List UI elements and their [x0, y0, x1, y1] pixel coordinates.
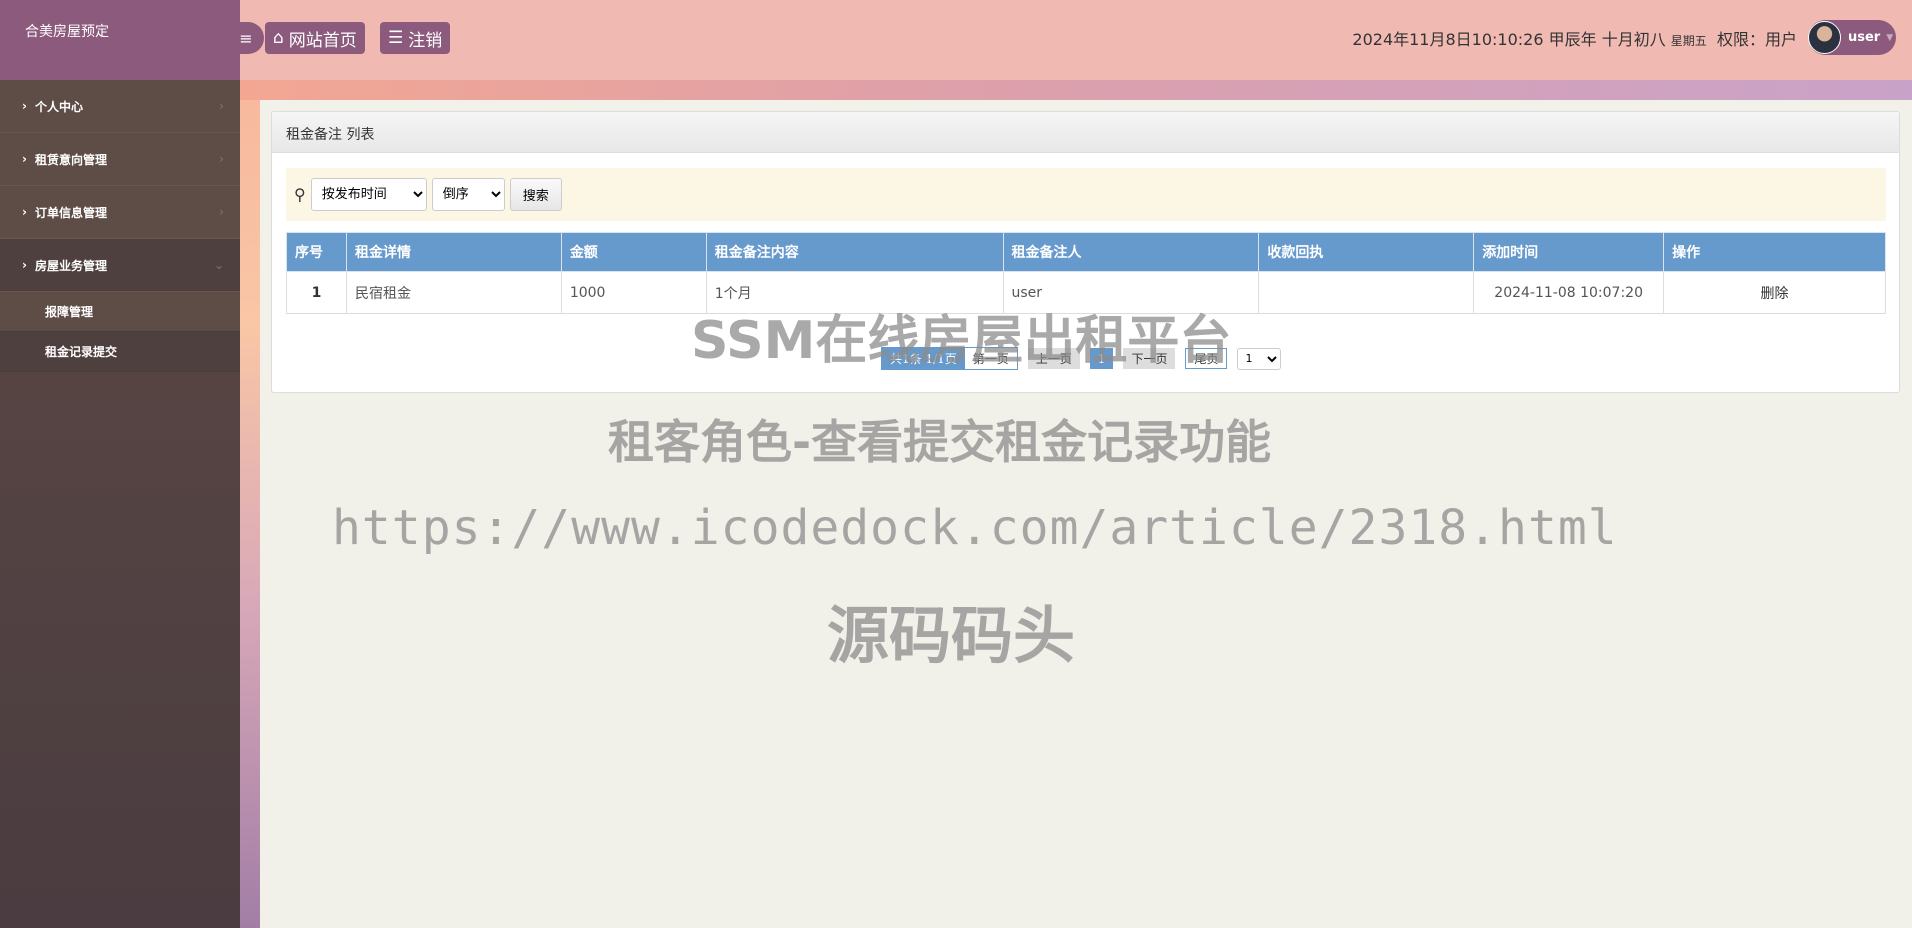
cell-content: 1个月 — [705, 271, 1004, 314]
column-header: 租金备注人 — [1002, 232, 1260, 272]
chevron-right-icon: › — [219, 152, 224, 166]
chevron-down-icon: ⌄ — [213, 258, 224, 272]
brand-title: 合美房屋预定 — [0, 0, 240, 80]
next-page-button[interactable]: 下一页 — [1123, 348, 1176, 369]
user-menu[interactable]: user ▼ — [1808, 20, 1896, 55]
top-strip — [240, 80, 1912, 100]
column-header: 金额 — [560, 232, 707, 272]
caret-down-icon: ▼ — [1886, 32, 1894, 43]
sort-field-select[interactable]: 按发布时间 — [310, 178, 427, 211]
data-table: 序号 租金详情 金额 租金备注内容 租金备注人 收款回执 添加时间 操作 1 民… — [286, 232, 1886, 314]
cell-amount: 1000 — [560, 271, 707, 314]
avatar — [1808, 21, 1841, 54]
list-icon: ☰ — [388, 28, 404, 48]
last-page-button[interactable]: 尾页 — [1185, 348, 1228, 369]
first-page-button[interactable]: 第一页 — [964, 348, 1017, 369]
sidebar-item-rental-intent[interactable]: › 租赁意向管理 › — [0, 133, 240, 186]
datetime-text: 2024年11月8日10:10:26 甲辰年 十月初八 — [1352, 30, 1666, 49]
pagination: 共1条 1/1页 第一页 上一页 1 下一页 尾页 1 — [881, 347, 1282, 370]
sort-order-select[interactable]: 倒序 — [431, 178, 505, 211]
panel-title: 租金备注 列表 — [272, 112, 1899, 153]
sidebar-subitem-rent-record[interactable]: 租金记录提交 — [0, 332, 240, 372]
hamburger-icon: ≡ — [239, 28, 253, 48]
table-header-row: 序号 租金详情 金额 租金备注内容 租金备注人 收款回执 添加时间 操作 — [286, 232, 1886, 272]
column-header: 序号 — [286, 232, 347, 272]
sidebar-item-personal-center[interactable]: › 个人中心 › — [0, 80, 240, 133]
delete-link[interactable]: 删除 — [1663, 271, 1886, 314]
weekday-text: 星期五 — [1670, 34, 1707, 48]
cell-detail: 民宿租金 — [345, 271, 562, 314]
list-panel: 租金备注 列表 ⚲ 按发布时间 倒序 搜索 序号 租金详情 金额 租金备注内容 … — [271, 111, 1900, 393]
username: user — [1848, 30, 1881, 45]
column-header: 操作 — [1663, 232, 1886, 272]
chevron-right-icon: › — [22, 205, 27, 219]
cell-receipt — [1258, 271, 1475, 314]
chevron-right-icon: › — [22, 99, 27, 113]
datetime-display: 2024年11月8日10:10:26 甲辰年 十月初八 星期五 权限：用户 — [1352, 26, 1797, 50]
chevron-right-icon: › — [219, 99, 224, 113]
sidebar-item-label: 订单信息管理 — [34, 205, 107, 220]
sidebar-subitem-repair[interactable]: 报障管理 — [0, 292, 240, 332]
pager-summary: 共1条 1/1页 — [882, 348, 965, 369]
column-header: 添加时间 — [1473, 232, 1665, 272]
search-icon: ⚲ — [294, 185, 306, 204]
home-icon: ⌂ — [273, 28, 284, 48]
sidebar: 合美房屋预定 › 个人中心 › › 租赁意向管理 › › 订单信息管理 › › 房屋业务管理 ⌄… — [0, 0, 240, 928]
home-button[interactable]: ⌂ 网站首页 — [265, 22, 365, 54]
sidebar-item-label: 房屋业务管理 — [34, 258, 107, 273]
menu-toggle-button[interactable]: ≡ — [228, 22, 264, 54]
column-header: 收款回执 — [1258, 232, 1475, 272]
cell-time: 2024-11-08 10:07:20 — [1473, 271, 1665, 314]
sidebar-item-house-business[interactable]: › 房屋业务管理 ⌄ — [0, 239, 240, 292]
chevron-right-icon: › — [22, 258, 27, 272]
search-bar: ⚲ 按发布时间 倒序 搜索 — [286, 168, 1886, 221]
sidebar-item-label: 租赁意向管理 — [34, 152, 107, 167]
page-select[interactable]: 1 — [1237, 347, 1282, 370]
header: ≡ ⌂ 网站首页 ☰ 注销 2024年11月8日10:10:26 甲辰年 十月初八 … — [228, 0, 1912, 80]
column-header: 租金备注内容 — [705, 232, 1004, 272]
table-row: 1 民宿租金 1000 1个月 user 2024-11-08 10:07:20… — [286, 271, 1886, 314]
home-label: 网站首页 — [288, 30, 357, 51]
permission-text: 权限：用户 — [1716, 30, 1797, 49]
sidebar-item-orders[interactable]: › 订单信息管理 › — [0, 186, 240, 239]
cell-index: 1 — [286, 271, 347, 314]
cell-person: user — [1002, 271, 1260, 314]
search-button[interactable]: 搜索 — [509, 178, 562, 211]
chevron-right-icon: › — [22, 152, 27, 166]
chevron-right-icon: › — [219, 205, 224, 219]
current-page[interactable]: 1 — [1089, 348, 1114, 369]
logout-button[interactable]: ☰ 注销 — [380, 22, 451, 54]
logout-label: 注销 — [408, 30, 443, 51]
column-header: 租金详情 — [345, 232, 562, 272]
prev-page-button[interactable]: 上一页 — [1027, 348, 1080, 369]
sidebar-item-label: 个人中心 — [34, 99, 83, 114]
